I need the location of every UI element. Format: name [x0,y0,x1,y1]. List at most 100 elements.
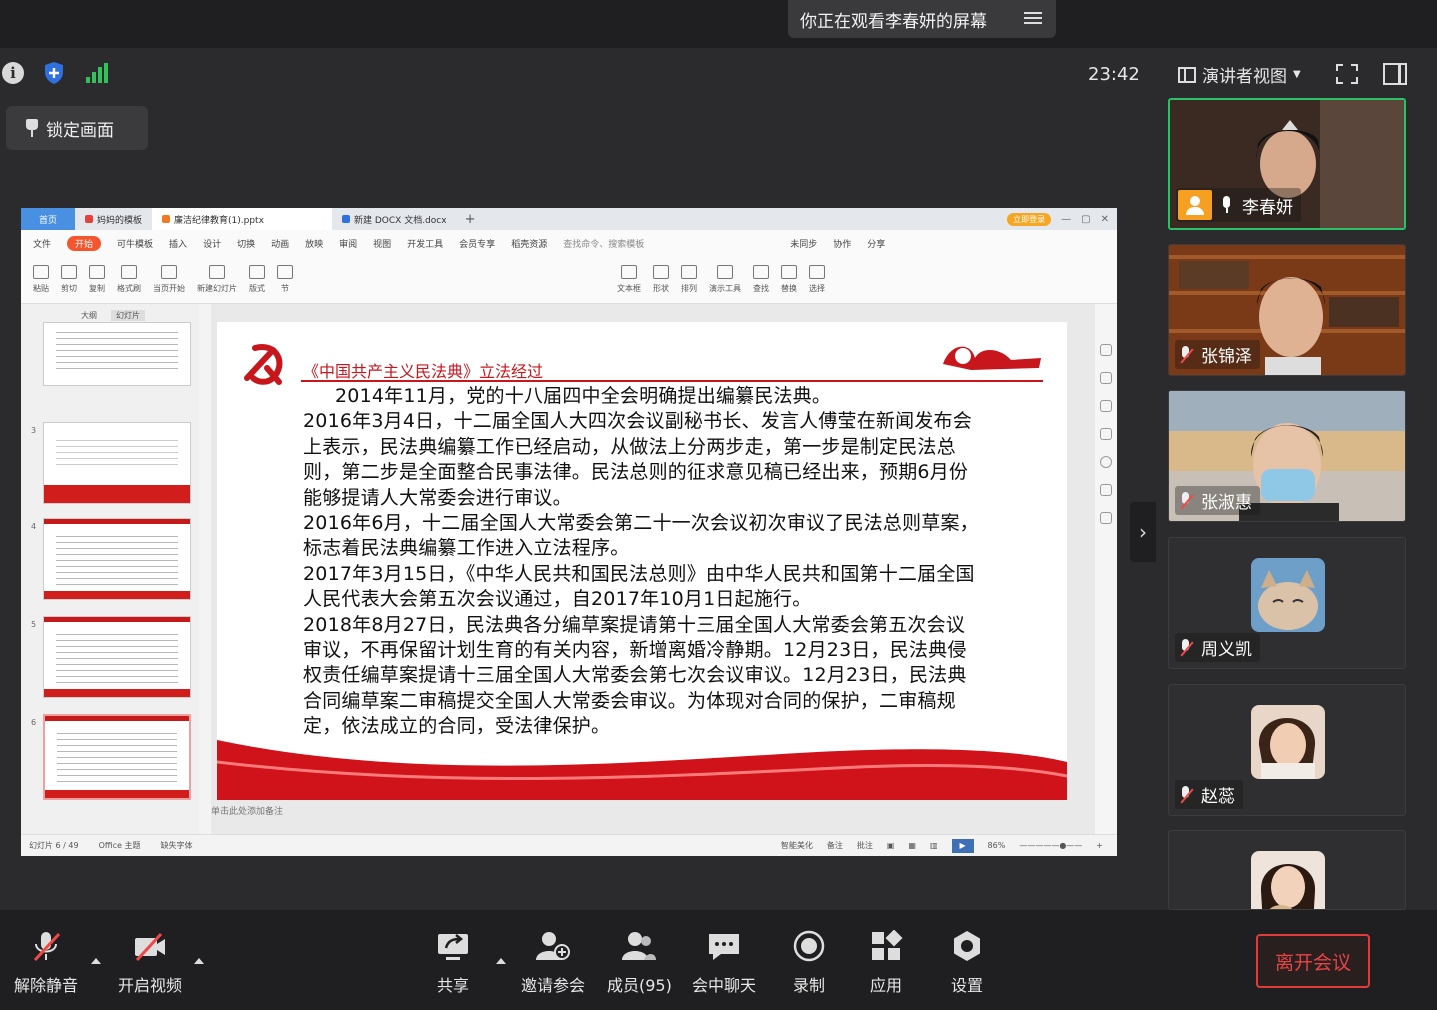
participant-tile[interactable]: 周义凯 [1168,537,1406,669]
unmute-button[interactable]: 解除静音 [14,930,78,996]
menu-icon[interactable] [1024,9,1042,27]
menu-member[interactable]: 会员专享 [459,237,495,250]
help-icon[interactable] [1100,456,1112,468]
minimize-icon[interactable]: — [1061,214,1071,225]
menu-insert[interactable]: 插入 [169,237,187,250]
info-icon[interactable]: i [2,62,24,84]
slide-paragraph: 2017年3月15日，《中华人民共和国民法总则》由中华人民共和国第十二届全国人民… [303,562,975,611]
slide-thumbnail[interactable] [43,616,191,698]
ribbon-presenter-tools[interactable]: 演示工具 [709,265,741,294]
ribbon-replace[interactable]: 替换 [781,265,797,294]
menu-design[interactable]: 设计 [203,237,221,250]
fullscreen-icon[interactable] [1336,64,1358,84]
zoom-in-icon[interactable]: + [1096,841,1103,850]
slide-thumbnail[interactable] [43,422,191,504]
tab-slides[interactable]: 幻灯片 [111,310,145,321]
login-badge[interactable]: 立即登录 [1007,212,1052,226]
record-button[interactable]: 录制 [792,930,826,996]
tab-pptx[interactable]: 廉洁纪律教育(1).pptx [152,208,333,230]
split-view-icon[interactable] [1383,63,1407,85]
beautify-button[interactable]: 智能美化 [781,840,813,851]
view-mode-button[interactable]: 演讲者视图 ▼ [1178,62,1301,87]
chat-button[interactable]: 会中聊天 [692,930,756,996]
invite-button[interactable]: 邀请参会 [521,930,585,996]
menu-view[interactable]: 视图 [373,237,391,250]
comments-toggle[interactable]: 批注 [857,840,873,851]
slide-thumbnail-selected[interactable] [43,714,191,800]
ribbon-shape[interactable]: 形状 [653,265,669,294]
zoom-level[interactable]: 86% [988,841,1006,850]
ribbon-layout[interactable]: 版式 [249,265,265,294]
ribbon-section[interactable]: 节 [277,265,293,294]
menu-animation[interactable]: 动画 [271,237,289,250]
tool-icon[interactable] [1100,512,1112,524]
ribbon-arrange[interactable]: 排列 [681,265,697,294]
participant-tile[interactable]: 赵蕊 [1168,684,1406,816]
leave-meeting-button[interactable]: 离开会议 [1256,934,1370,988]
menu-slideshow[interactable]: 放映 [305,237,323,250]
slide-thumbnail[interactable] [43,518,191,600]
zoom-slider[interactable]: —————●—— [1019,841,1082,850]
speaker-notes[interactable]: 单击此处添加备注 [211,804,283,817]
chevron-up-icon[interactable] [91,958,101,964]
menu-transition[interactable]: 切换 [237,237,255,250]
participant-tile[interactable]: 张淑惠 [1168,390,1406,522]
menu-developer[interactable]: 开发工具 [407,237,443,250]
command-search[interactable]: 查找命令、搜索模板 [563,237,644,250]
lock-screen-button[interactable]: 锁定画面 [6,106,148,150]
menu-collab[interactable]: 协作 [833,237,851,250]
tab-home[interactable]: 首页 [21,208,75,230]
tab-outline[interactable]: 大纲 [81,310,97,321]
shield-icon[interactable] [44,61,64,85]
maximize-icon[interactable]: ▢ [1081,214,1090,225]
ribbon-select[interactable]: 选择 [809,265,825,294]
missing-font[interactable]: 缺失字体 [161,840,193,851]
tool-icon[interactable] [1100,428,1112,440]
screen-share-status[interactable]: 你正在观看李春妍的屏幕 [788,0,1056,38]
settings-button[interactable]: 设置 [950,930,984,996]
slide-editor[interactable]: 《中国共产主义民法典》立法经过 2014年11月，党的十八届四中全会明确提出编纂… [211,304,1095,834]
chevron-up-icon[interactable] [194,958,204,964]
ribbon-textbox[interactable]: 文本框 [617,265,641,294]
close-icon[interactable]: ✕ [1101,214,1109,225]
play-slideshow-icon[interactable]: ▶ [951,838,974,853]
ribbon-copy[interactable]: 复制 [89,265,105,294]
menu-review[interactable]: 审阅 [339,237,357,250]
apps-button[interactable]: 应用 [869,930,903,996]
grid-view-icon[interactable]: ▦ [908,841,916,850]
menu-resources[interactable]: 稻壳资源 [511,237,547,250]
members-button[interactable]: 成员(95) [607,930,672,996]
slide-thumbnail[interactable] [43,322,191,386]
participant-tile[interactable] [1168,830,1406,910]
ribbon-play-current[interactable]: 当页开始 [153,265,185,294]
share-button[interactable]: 共享 [436,930,470,996]
ribbon-new-slide[interactable]: 新建幻灯片 [197,265,237,294]
tab-docx[interactable]: 新建 DOCX 文档.docx [332,208,457,230]
menu-share[interactable]: 分享 [867,237,885,250]
participant-tile-active[interactable]: 李春妍 [1168,98,1406,230]
notes-toggle[interactable]: 备注 [827,840,843,851]
start-video-button[interactable]: 开启视频 [118,930,182,996]
current-slide[interactable]: 《中国共产主义民法典》立法经过 2014年11月，党的十八届四中全会明确提出编纂… [217,322,1067,800]
collapse-panel-icon[interactable]: › [1130,502,1156,562]
ribbon-find[interactable]: 查找 [753,265,769,294]
reading-view-icon[interactable]: ▥ [930,841,938,850]
ribbon-cut[interactable]: 剪切 [61,265,77,294]
invite-label: 邀请参会 [521,976,586,995]
ribbon-format-painter[interactable]: 格式刷 [117,265,141,294]
tool-icon[interactable] [1100,484,1112,496]
normal-view-icon[interactable]: ▣ [887,841,895,850]
tab-template[interactable]: 妈妈的模板 [75,208,152,230]
menu-file[interactable]: 文件 [33,237,51,250]
new-tab-icon[interactable]: + [457,212,484,227]
tool-icon[interactable] [1100,372,1112,384]
menu-sync[interactable]: 未同步 [790,237,817,250]
menu-start[interactable]: 开始 [67,235,102,251]
ribbon-paste[interactable]: 粘贴 [33,265,49,294]
shared-screen[interactable]: 首页 妈妈的模板 廉洁纪律教育(1).pptx 新建 DOCX 文档.docx … [21,208,1117,856]
participant-tile[interactable]: 张锦泽 [1168,244,1406,376]
tool-icon[interactable] [1100,344,1112,356]
tool-icon[interactable] [1100,400,1112,412]
menu-templates[interactable]: 可牛模板 [117,237,153,250]
chevron-up-icon[interactable] [496,958,506,964]
